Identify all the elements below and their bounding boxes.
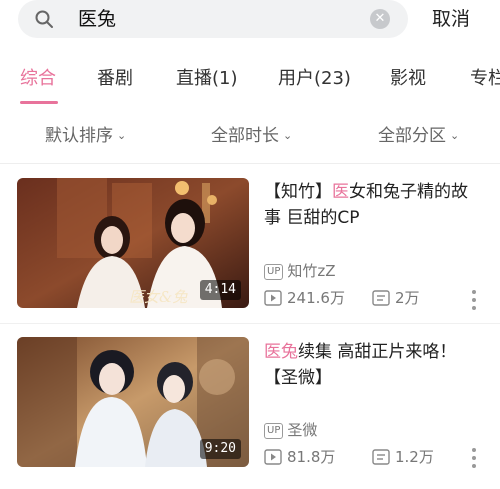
title-highlight: 医 <box>332 182 349 202</box>
tab-users[interactable]: 用户(23) <box>278 66 351 92</box>
more-options-icon[interactable] <box>470 446 478 470</box>
title-prefix: 【知竹】 <box>264 182 332 202</box>
cancel-button[interactable]: 取消 <box>432 6 470 32</box>
uploader-name: 圣微 <box>287 421 318 439</box>
video-card[interactable]: 9:20 医兔续集 高甜正片来咯！【圣微】 UP 圣微 81.8万 1.2万 <box>0 330 500 482</box>
video-thumbnail[interactable]: 9:20 <box>17 337 249 467</box>
search-bar-row: 医兔 ✕ 取消 <box>0 0 500 46</box>
category-filter[interactable]: 全部分区 ⌄ <box>378 124 459 148</box>
danmaku-icon <box>372 449 390 465</box>
duration-filter[interactable]: 全部时长 ⌄ <box>211 124 292 148</box>
tab-film[interactable]: 影视 <box>390 66 426 92</box>
tab-live[interactable]: 直播(1) <box>176 66 238 92</box>
active-tab-indicator <box>20 101 58 104</box>
title-highlight: 医兔 <box>264 342 298 362</box>
card-divider <box>0 323 500 324</box>
tab-bangumi[interactable]: 番剧 <box>97 66 133 92</box>
video-thumbnail[interactable]: 医女&兔 4:14 <box>17 178 249 308</box>
search-query: 医兔 <box>78 8 117 30</box>
view-count: 241.6万 <box>287 289 345 307</box>
chevron-down-icon: ⌄ <box>283 129 293 142</box>
clear-icon[interactable]: ✕ <box>370 9 390 29</box>
video-duration: 4:14 <box>199 280 241 300</box>
tab-articles[interactable]: 专栏 <box>470 66 500 92</box>
video-title[interactable]: 【知竹】医女和兔子精的故事 巨甜的CP <box>264 179 484 231</box>
uploader-row[interactable]: UP 圣微 <box>264 419 317 441</box>
category-tabs: 综合 番剧 直播(1) 用户(23) 影视 专栏 <box>0 54 500 112</box>
play-count-icon <box>264 449 282 465</box>
danmaku-count: 2万 <box>395 289 420 307</box>
uploader-name: 知竹zZ <box>287 262 336 280</box>
svg-text:医女&兔: 医女&兔 <box>129 288 188 306</box>
search-input[interactable]: 医兔 ✕ <box>18 0 408 38</box>
uploader-row[interactable]: UP 知竹zZ <box>264 260 336 282</box>
tab-all[interactable]: 综合 <box>20 66 56 92</box>
search-icon <box>35 10 53 28</box>
sort-filter[interactable]: 默认排序 ⌄ <box>45 124 126 148</box>
video-card[interactable]: 医女&兔 4:14 【知竹】医女和兔子精的故事 巨甜的CP UP 知竹zZ 241… <box>0 170 500 322</box>
stats-row: 241.6万 2万 <box>264 287 464 309</box>
danmaku-icon <box>372 290 390 306</box>
chevron-down-icon: ⌄ <box>450 129 460 142</box>
up-badge: UP <box>264 423 284 439</box>
up-badge: UP <box>264 264 284 280</box>
danmaku-stat: 2万 <box>372 287 420 309</box>
duration-filter-label: 全部时长 <box>211 126 279 146</box>
play-count-icon <box>264 290 282 306</box>
more-options-icon[interactable] <box>470 288 478 312</box>
category-filter-label: 全部分区 <box>378 126 446 146</box>
filter-bar: 默认排序 ⌄ 全部时长 ⌄ 全部分区 ⌄ <box>0 112 500 164</box>
chevron-down-icon: ⌄ <box>117 129 127 142</box>
stats-row: 81.8万 1.2万 <box>264 446 464 468</box>
danmaku-stat: 1.2万 <box>372 446 434 468</box>
view-count: 81.8万 <box>287 448 336 466</box>
sort-filter-label: 默认排序 <box>45 126 113 146</box>
video-title[interactable]: 医兔续集 高甜正片来咯！【圣微】 <box>264 339 484 391</box>
danmaku-count: 1.2万 <box>395 448 434 466</box>
video-duration: 9:20 <box>199 439 241 459</box>
